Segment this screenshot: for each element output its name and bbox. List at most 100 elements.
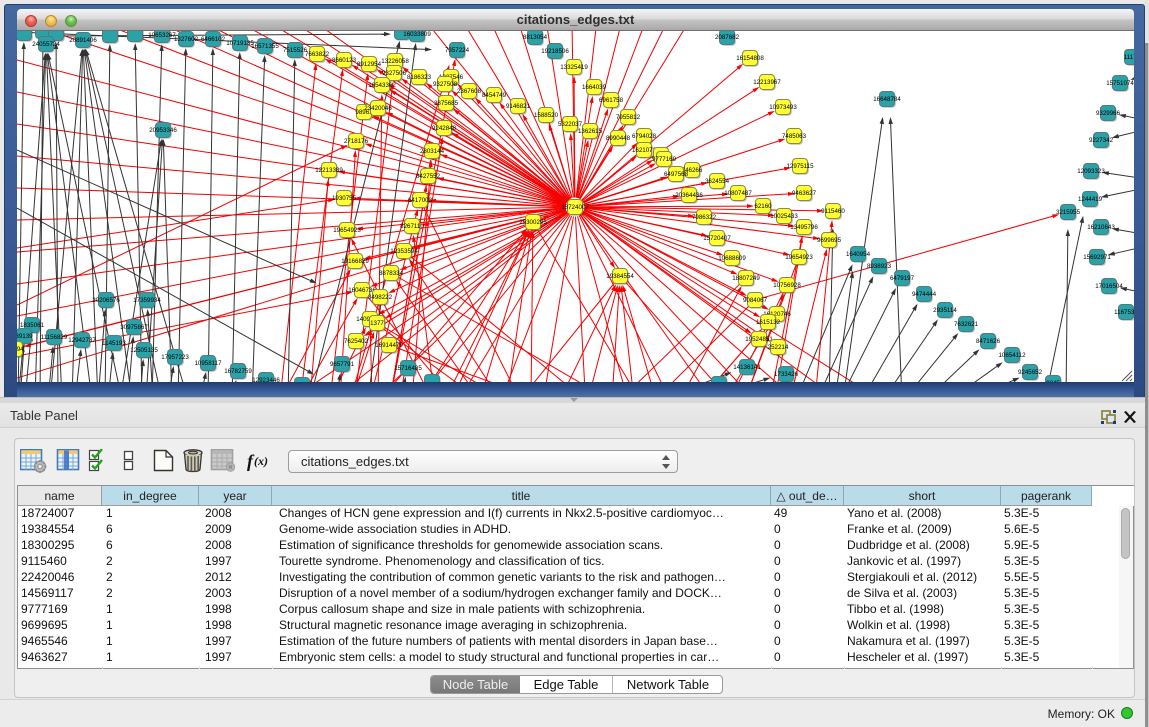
svg-text:3624554: 3624554 — [705, 178, 730, 185]
svg-text:2718176: 2718176 — [344, 138, 369, 145]
svg-text:7632621: 7632621 — [954, 321, 979, 328]
svg-text:8471626: 8471626 — [976, 338, 1001, 345]
svg-text:8912954: 8912954 — [357, 61, 382, 68]
svg-text:20891406: 20891406 — [69, 37, 97, 44]
svg-text:1244419: 1244419 — [1078, 196, 1103, 203]
svg-text:6417008: 6417008 — [408, 197, 433, 204]
svg-text:7515526: 7515526 — [283, 47, 308, 54]
svg-text:12353594: 12353594 — [390, 248, 418, 255]
svg-text:18807249: 18807249 — [732, 275, 760, 282]
svg-text:3875685: 3875685 — [434, 100, 459, 107]
svg-text:7663822: 7663822 — [305, 51, 330, 58]
svg-text:8427552: 8427552 — [416, 173, 441, 180]
svg-text:62160: 62160 — [754, 203, 772, 210]
svg-text:2367608: 2367608 — [457, 88, 482, 95]
svg-text:9227342: 9227342 — [1089, 137, 1114, 144]
svg-text:3498222: 3498222 — [368, 294, 393, 301]
svg-text:1664039: 1664039 — [582, 84, 607, 91]
svg-text:10807487: 10807487 — [724, 190, 752, 197]
svg-text:19654923: 19654923 — [785, 254, 813, 261]
svg-text:1362615: 1362615 — [578, 128, 603, 135]
svg-text:20953346: 20953346 — [149, 127, 177, 134]
svg-text:14136141: 14136141 — [733, 364, 761, 371]
svg-text:13325419: 13325419 — [560, 64, 588, 71]
svg-text:11156829: 11156829 — [41, 334, 68, 341]
svg-text:9242848: 9242848 — [432, 125, 457, 132]
svg-text:1588520: 1588520 — [534, 112, 559, 119]
svg-text:10654112: 10654112 — [998, 352, 1026, 359]
svg-text:1621072: 1621072 — [632, 147, 657, 154]
svg-text:20364436: 20364436 — [675, 192, 703, 199]
svg-text:1640954: 1640954 — [846, 251, 871, 258]
svg-text:9327508: 9327508 — [433, 81, 458, 88]
svg-text:8813054: 8813054 — [523, 34, 548, 41]
svg-text:12505135: 12505135 — [130, 347, 158, 354]
svg-text:8990448: 8990448 — [606, 135, 631, 142]
svg-text:16914479: 16914479 — [375, 342, 403, 349]
svg-text:1377: 1377 — [370, 320, 384, 327]
svg-text:8186323: 8186323 — [407, 74, 432, 81]
svg-text:1167534: 1167534 — [1114, 309, 1134, 316]
svg-text:10756928: 10756928 — [773, 282, 801, 289]
svg-text:6497568: 6497568 — [664, 171, 689, 178]
svg-text:252214: 252214 — [768, 344, 789, 351]
svg-text:17359934: 17359934 — [133, 297, 161, 304]
svg-text:16210643: 16210643 — [1087, 224, 1115, 231]
svg-text:1930755: 1930755 — [332, 195, 357, 202]
svg-text:3215955: 3215955 — [1056, 209, 1081, 216]
svg-text:2087682: 2087682 — [715, 34, 740, 41]
svg-text:7955812: 7955812 — [616, 114, 641, 121]
svg-text:12093323: 12093323 — [1077, 168, 1105, 175]
svg-text:2935114: 2935114 — [933, 307, 957, 314]
svg-text:53594: 53594 — [17, 346, 24, 353]
svg-text:13226058: 13226058 — [381, 58, 409, 65]
svg-text:12213389: 12213389 — [315, 167, 343, 174]
svg-text:9463627: 9463627 — [792, 190, 817, 197]
svg-text:1835061: 1835061 — [20, 322, 45, 329]
svg-text:19654923: 19654923 — [333, 227, 361, 234]
svg-text:12213967: 12213967 — [753, 79, 781, 86]
svg-text:25300295: 25300295 — [519, 219, 547, 226]
svg-text:7986322: 7986322 — [692, 214, 717, 221]
svg-text:8938923: 8938923 — [867, 263, 892, 270]
svg-text:10958117: 10958117 — [194, 360, 222, 367]
svg-text:19524851: 19524851 — [745, 336, 773, 343]
svg-text:1327602: 1327602 — [174, 36, 199, 43]
svg-text:1615132: 1615132 — [756, 319, 781, 326]
svg-text:13495796: 13495796 — [790, 224, 818, 231]
svg-text:16154808: 16154808 — [736, 55, 764, 62]
svg-text:6466102: 6466102 — [201, 36, 226, 43]
svg-text:9115460: 9115460 — [821, 208, 845, 215]
svg-text:16033809: 16033809 — [403, 31, 431, 38]
svg-text:9474444: 9474444 — [912, 291, 937, 298]
svg-text:9329966: 9329966 — [1096, 110, 1121, 117]
svg-text:1733426: 1733426 — [774, 371, 799, 378]
svg-text:9245652: 9245652 — [1018, 369, 1043, 376]
svg-text:15716485: 15716485 — [394, 365, 422, 372]
svg-text:9699695: 9699695 — [817, 237, 842, 244]
svg-text:24055724: 24055724 — [32, 41, 60, 48]
svg-text:6794028: 6794028 — [632, 133, 657, 140]
svg-text:15692971: 15692971 — [1083, 254, 1111, 261]
svg-text:17957223: 17957223 — [161, 354, 189, 361]
svg-text:8878334: 8878334 — [379, 270, 404, 277]
svg-text:8660123: 8660123 — [332, 57, 357, 64]
svg-text:16782759: 16782759 — [224, 368, 252, 375]
svg-text:5322037: 5322037 — [558, 121, 583, 128]
svg-text:9657791: 9657791 — [330, 361, 355, 368]
svg-text:9327506: 9327506 — [382, 70, 407, 77]
svg-text:7485063: 7485063 — [782, 133, 807, 140]
svg-text:10719135: 10719135 — [226, 40, 254, 47]
svg-text:12975115: 12975115 — [786, 163, 814, 170]
svg-text:7357224: 7357224 — [445, 47, 470, 54]
svg-text:19384554: 19384554 — [606, 273, 634, 280]
svg-text:18724007: 18724007 — [561, 204, 589, 211]
svg-text:20206576: 20206576 — [92, 297, 120, 304]
svg-text:23420046: 23420046 — [364, 105, 392, 112]
svg-text:7625402: 7625402 — [344, 338, 369, 345]
svg-text:9777169: 9777169 — [652, 156, 677, 163]
svg-text:10653267: 10653267 — [148, 32, 176, 39]
svg-text:8454749: 8454749 — [482, 92, 507, 99]
svg-text:2803144: 2803144 — [420, 148, 445, 155]
svg-text:(x): (x) — [254, 454, 268, 468]
